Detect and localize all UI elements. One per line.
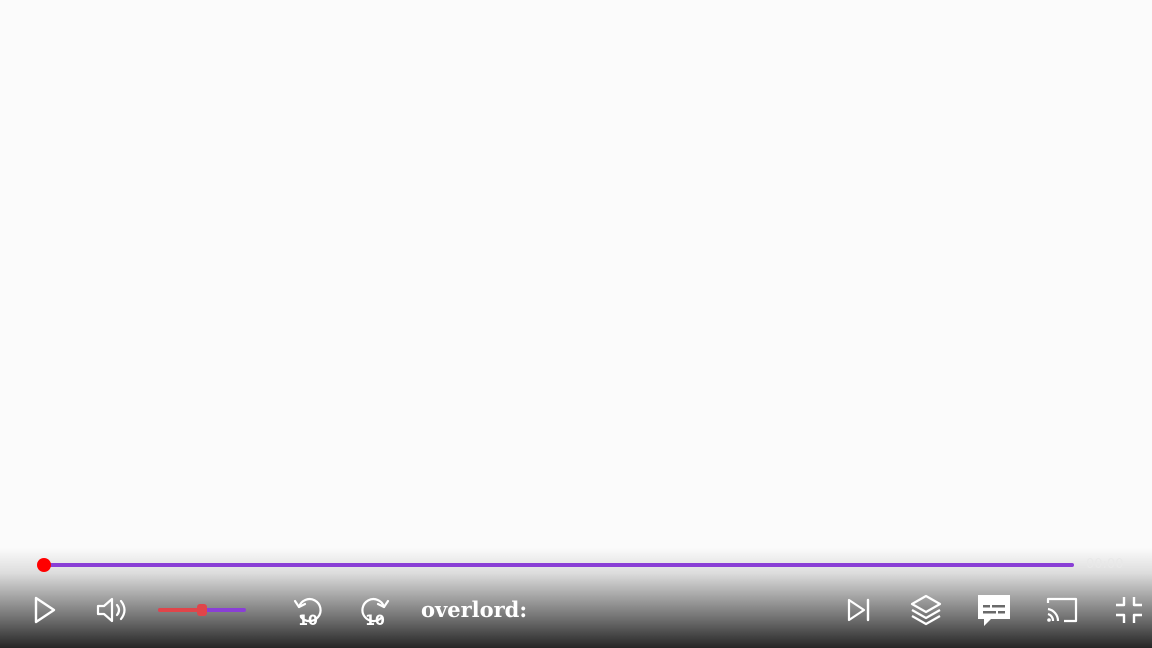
- volume-level: [158, 608, 202, 612]
- subtitles-icon: [978, 595, 1010, 626]
- forward-10-label: 10: [365, 613, 385, 627]
- cast-button[interactable]: [1043, 593, 1081, 627]
- forward-10-button[interactable]: 10: [357, 592, 393, 628]
- fullscreen-button[interactable]: [1112, 594, 1146, 626]
- subtitles-button[interactable]: [974, 590, 1014, 630]
- video-title: overlord:: [421, 597, 528, 622]
- skip-next-icon: [847, 598, 870, 622]
- exit-fullscreen-icon: [1116, 597, 1142, 623]
- progress-handle[interactable]: [37, 558, 51, 572]
- volume-handle[interactable]: [197, 604, 207, 616]
- play-icon: [34, 596, 56, 624]
- progress-bar[interactable]: [37, 558, 1074, 572]
- play-button[interactable]: [30, 594, 60, 626]
- volume-slider[interactable]: [158, 604, 246, 616]
- volume-button[interactable]: [94, 594, 132, 626]
- rewind-10-icon: 10: [293, 598, 322, 627]
- forward-10-icon: 10: [361, 598, 390, 627]
- cast-icon: [1046, 597, 1078, 623]
- time-display: 00:00: [1086, 557, 1124, 572]
- volume-icon: [96, 597, 126, 623]
- rewind-10-label: 10: [298, 613, 318, 627]
- layers-button[interactable]: [907, 591, 945, 629]
- layers-icon: [910, 594, 942, 626]
- next-button[interactable]: [843, 594, 875, 626]
- rewind-10-button[interactable]: 10: [290, 592, 326, 628]
